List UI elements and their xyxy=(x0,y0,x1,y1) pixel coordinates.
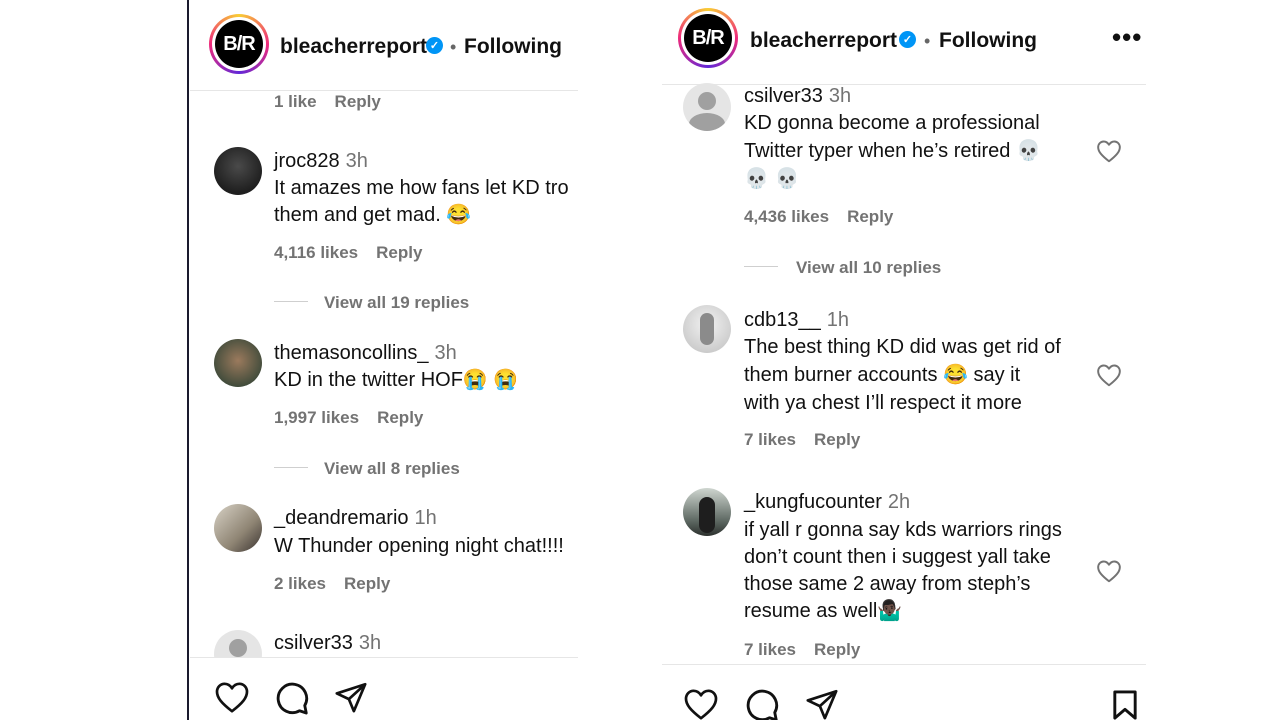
comment-avatar[interactable] xyxy=(214,339,262,387)
comment-avatar[interactable] xyxy=(214,147,262,195)
comment-avatar[interactable] xyxy=(683,83,731,131)
comment-avatar[interactable] xyxy=(214,504,262,552)
comment-username[interactable]: _deandremario 1h xyxy=(274,507,437,530)
comment-meta: 1 like Reply xyxy=(274,92,381,112)
comment-text-line: It amazes me how fans let KD tro xyxy=(274,177,569,199)
likes-count[interactable]: 1 like xyxy=(274,92,317,111)
comment-text-line: The best thing KD did was get rid of xyxy=(744,336,1061,358)
comment-username[interactable]: themasoncollins_ 3h xyxy=(274,342,457,365)
right-post-panel: B/R bleacherreport ✓ • Following ••• csi… xyxy=(662,0,1146,720)
view-replies-button[interactable]: View all 8 replies xyxy=(324,459,460,479)
profile-avatar[interactable]: B/R xyxy=(678,8,738,68)
replies-divider xyxy=(274,467,308,468)
comment-username[interactable]: jroc828 3h xyxy=(274,150,368,173)
br-logo: B/R xyxy=(215,20,263,68)
comment-username[interactable]: csilver33 3h xyxy=(744,85,851,108)
likes-count[interactable]: 4,116 likes xyxy=(274,243,358,262)
likes-count[interactable]: 4,436 likes xyxy=(744,207,829,226)
reply-button[interactable]: Reply xyxy=(335,92,381,111)
heart-icon[interactable] xyxy=(214,680,250,714)
more-options-icon[interactable]: ••• xyxy=(1112,22,1142,53)
heart-icon[interactable] xyxy=(683,687,719,720)
comment-time: 2h xyxy=(887,491,911,513)
comment-meta: 2 likes Reply xyxy=(274,574,390,594)
comment-text-line: if yall r gonna say kds warriors rings xyxy=(744,519,1062,541)
separator-dot: • xyxy=(450,37,457,57)
comment-text-line: them and get mad. 😂 xyxy=(274,204,472,226)
comment-time: 3h xyxy=(345,150,368,172)
reply-button[interactable]: Reply xyxy=(376,243,422,262)
reply-button[interactable]: Reply xyxy=(814,640,860,659)
comment-time: 1h xyxy=(414,507,437,529)
comment-meta: 4,436 likes Reply xyxy=(744,207,893,227)
verified-badge-icon: ✓ xyxy=(899,31,916,48)
account-handle[interactable]: bleacherreport xyxy=(750,29,897,53)
comment-like-heart-icon[interactable] xyxy=(1096,139,1122,163)
comment-meta: 4,116 likes Reply xyxy=(274,243,422,263)
profile-avatar[interactable]: B/R xyxy=(209,14,269,74)
likes-count[interactable]: 2 likes xyxy=(274,574,326,593)
comment-icon[interactable] xyxy=(744,687,780,720)
comment-text-line: those same 2 away from steph’s xyxy=(744,573,1031,595)
comment-username[interactable]: _kungfucounter 2h xyxy=(744,491,910,514)
comment-meta: 7 likes Reply xyxy=(744,430,860,450)
likes-count[interactable]: 1,997 likes xyxy=(274,408,359,427)
verified-badge-icon: ✓ xyxy=(426,37,443,54)
replies-divider xyxy=(274,301,308,302)
post-action-bar xyxy=(662,664,1146,720)
post-header: B/R bleacherreport ✓ • Following xyxy=(190,0,578,91)
separator-dot: • xyxy=(924,31,931,51)
left-post-panel: B/R bleacherreport ✓ • Following 1 like R… xyxy=(190,0,578,720)
view-replies-button[interactable]: View all 19 replies xyxy=(324,293,469,313)
comment-icon[interactable] xyxy=(274,680,310,716)
following-button[interactable]: Following xyxy=(939,29,1037,53)
comment-text-line: with ya chest I’ll respect it more xyxy=(744,392,1022,414)
comment-time: 3h xyxy=(358,632,382,654)
post-header: B/R bleacherreport ✓ • Following ••• xyxy=(662,0,1146,85)
comment-like-heart-icon[interactable] xyxy=(1096,559,1122,583)
reply-button[interactable]: Reply xyxy=(377,408,423,427)
send-icon[interactable] xyxy=(805,687,839,720)
comment-username[interactable]: csilver33 3h xyxy=(274,632,381,655)
comment-text-line: them burner accounts 😂 say it xyxy=(744,364,1021,386)
comment-avatar[interactable] xyxy=(683,305,731,353)
comment-meta: 1,997 likes Reply xyxy=(274,408,423,428)
comment-text-line: KD in the twitter HOF😭 😭 xyxy=(274,369,519,391)
bookmark-icon[interactable] xyxy=(1110,689,1140,720)
reply-button[interactable]: Reply xyxy=(344,574,390,593)
reply-button[interactable]: Reply xyxy=(847,207,893,226)
send-icon[interactable] xyxy=(334,680,368,714)
likes-count[interactable]: 7 likes xyxy=(744,430,796,449)
post-action-bar xyxy=(190,657,578,720)
view-replies-button[interactable]: View all 10 replies xyxy=(796,258,941,278)
account-handle[interactable]: bleacherreport xyxy=(280,35,427,59)
comment-time: 3h xyxy=(828,85,852,107)
replies-divider xyxy=(744,266,778,267)
comment-time: 3h xyxy=(434,342,457,364)
comment-username[interactable]: cdb13__ 1h xyxy=(744,309,849,332)
comment-text-line: 💀 💀 xyxy=(744,168,800,190)
comment-like-heart-icon[interactable] xyxy=(1096,363,1122,387)
comment-text-line: W Thunder opening night chat!!!! xyxy=(274,535,564,557)
comment-avatar[interactable] xyxy=(683,488,731,536)
comment-time: 1h xyxy=(826,309,849,331)
comment-meta: 7 likes Reply xyxy=(744,640,860,660)
comment-text-line: resume as well🤷🏿‍♂️ xyxy=(744,600,903,622)
br-logo: B/R xyxy=(684,14,732,62)
comment-text-line: Twitter typer when he’s retired 💀 xyxy=(744,140,1041,162)
window-edge xyxy=(187,0,189,720)
comment-text-line: KD gonna become a professional xyxy=(744,112,1040,134)
comment-text-line: don’t count then i suggest yall take xyxy=(744,546,1051,568)
following-button[interactable]: Following xyxy=(464,35,562,59)
likes-count[interactable]: 7 likes xyxy=(744,640,796,659)
reply-button[interactable]: Reply xyxy=(814,430,860,449)
